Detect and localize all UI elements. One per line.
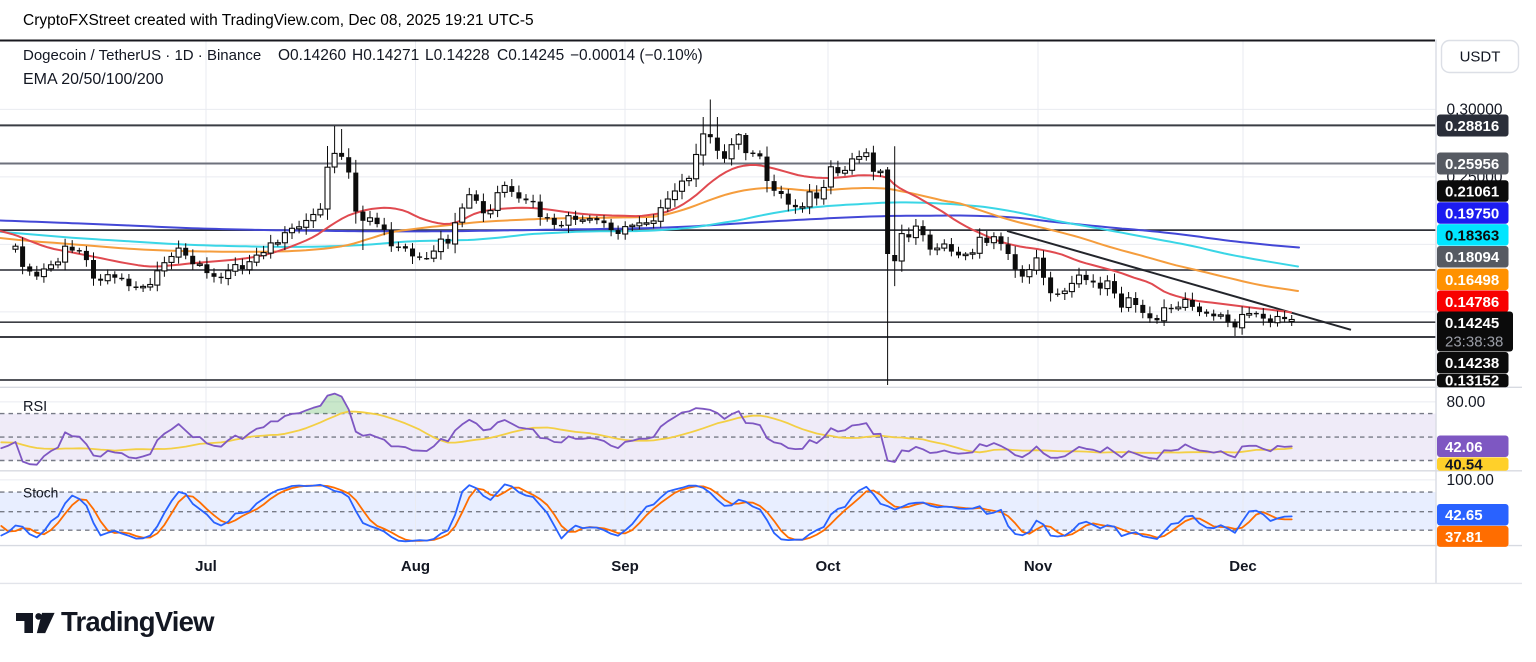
svg-text:H0.14271: H0.14271 <box>352 47 419 64</box>
svg-text:100.00: 100.00 <box>1447 472 1495 489</box>
svg-text:0.14238: 0.14238 <box>1445 355 1499 372</box>
svg-text:0.13152: 0.13152 <box>1445 373 1499 390</box>
svg-text:0.21061: 0.21061 <box>1445 184 1499 201</box>
svg-text:C0.14245: C0.14245 <box>497 47 564 64</box>
svg-text:O0.14260: O0.14260 <box>278 47 346 64</box>
svg-text:37.81: 37.81 <box>1445 529 1483 546</box>
svg-text:42.06: 42.06 <box>1445 439 1483 456</box>
svg-text:−0.00014 (−0.10%): −0.00014 (−0.10%) <box>570 47 703 64</box>
svg-text:USDT: USDT <box>1460 49 1501 66</box>
svg-text:0.16498: 0.16498 <box>1445 272 1499 289</box>
svg-text:0.14245: 0.14245 <box>1445 315 1499 332</box>
svg-text:TradingView: TradingView <box>61 606 215 637</box>
svg-text:CryptoFXStreet created with Tr: CryptoFXStreet created with TradingView.… <box>23 12 534 29</box>
svg-text:0.28816: 0.28816 <box>1445 118 1499 135</box>
svg-text:0.19750: 0.19750 <box>1445 205 1499 222</box>
svg-text:RSI: RSI <box>23 399 47 415</box>
svg-text:0.18094: 0.18094 <box>1445 249 1500 266</box>
svg-text:Sep: Sep <box>611 558 639 575</box>
svg-text:0.18363: 0.18363 <box>1445 227 1499 244</box>
svg-text:Jul: Jul <box>195 558 217 575</box>
svg-text:80.00: 80.00 <box>1447 394 1486 411</box>
svg-text:0.14786: 0.14786 <box>1445 294 1499 311</box>
svg-text:Dogecoin / TetherUS · 1D · Bin: Dogecoin / TetherUS · 1D · Binance <box>23 47 261 64</box>
svg-text:23:38:38: 23:38:38 <box>1445 334 1503 351</box>
svg-text:EMA 20/50/100/200: EMA 20/50/100/200 <box>23 71 164 88</box>
svg-text:Oct: Oct <box>815 558 840 575</box>
svg-text:Stoch: Stoch <box>23 486 58 501</box>
svg-text:Aug: Aug <box>401 558 430 575</box>
svg-text:L0.14228: L0.14228 <box>425 47 490 64</box>
svg-text:Dec: Dec <box>1229 558 1257 575</box>
svg-text:42.65: 42.65 <box>1445 507 1483 524</box>
svg-text:0.25956: 0.25956 <box>1445 156 1499 173</box>
svg-text:Nov: Nov <box>1024 558 1053 575</box>
svg-text:40.54: 40.54 <box>1445 456 1483 473</box>
